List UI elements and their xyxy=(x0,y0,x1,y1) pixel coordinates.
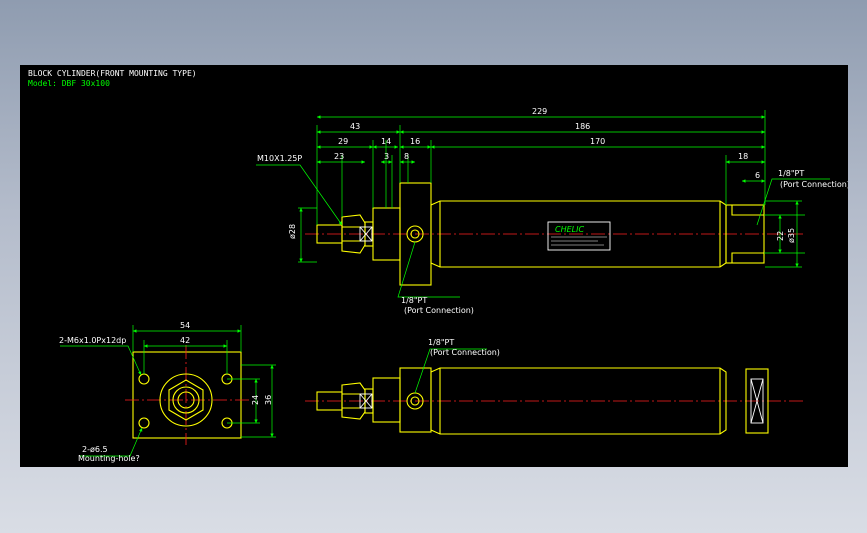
drawing-canvas: BLOCK CYLINDER(FRONT MOUNTING TYPE) Mode… xyxy=(20,65,848,467)
dim-dia28: ø28 xyxy=(288,224,297,239)
dim-body-part: 186 xyxy=(575,122,590,131)
front-flange-plate xyxy=(132,351,242,439)
mount-hole-text: Mounting-hole? xyxy=(78,454,140,463)
dim-23: 23 xyxy=(334,152,344,161)
dim-dia35: ø35 xyxy=(787,228,796,243)
front-dimensions: 54 42 24 36 2-M6x1.0Px12dp 2-ø6.5 Mounti… xyxy=(59,321,276,463)
mount-thread-hole-tl xyxy=(138,373,150,385)
brand-logo: CHELIC xyxy=(555,225,584,234)
dim-overall: 229 xyxy=(532,107,547,116)
side-view: CHELIC xyxy=(305,182,805,286)
dim-14: 14 xyxy=(381,137,391,146)
dim-170: 170 xyxy=(590,137,605,146)
dim-29: 29 xyxy=(338,137,348,146)
side-dimensions: 229 43 186 29 14 16 170 23 3 8 18 6 ø28 xyxy=(256,107,848,315)
dim-front-part: 43 xyxy=(350,122,360,131)
rod-thread-label: M10X1.25P xyxy=(257,154,302,163)
dim-8: 8 xyxy=(404,152,409,161)
mount-hole-label: 2-ø6.5 xyxy=(82,445,108,454)
side-port-size: 1/8"PT xyxy=(401,296,427,305)
bottom-side-view xyxy=(305,367,805,435)
end-port-text: (Port Connection) xyxy=(780,180,848,189)
bottom-port-text: (Port Connection) xyxy=(430,348,500,357)
cylinder-drawing: BLOCK CYLINDER(FRONT MOUNTING TYPE) Mode… xyxy=(28,69,848,463)
mount-hole-bl xyxy=(138,417,150,429)
dim-3: 3 xyxy=(384,152,389,161)
dim-16: 16 xyxy=(410,137,420,146)
model-label: Model: DBF 30x100 xyxy=(28,79,110,88)
mount-thread-label: 2-M6x1.0Px12dp xyxy=(59,336,126,345)
dim-54: 54 xyxy=(180,321,190,330)
drawing-title: BLOCK CYLINDER(FRONT MOUNTING TYPE) xyxy=(28,69,197,78)
end-port-size: 1/8"PT xyxy=(778,169,804,178)
dim-42: 42 xyxy=(180,336,190,345)
dim-22: 22 xyxy=(776,231,785,241)
dim-6: 6 xyxy=(755,171,760,180)
side-port-text: (Port Connection) xyxy=(404,306,474,315)
dim-36: 36 xyxy=(264,395,273,405)
dim-24: 24 xyxy=(251,395,260,405)
bottom-port-size: 1/8"PT xyxy=(428,338,454,347)
dim-18: 18 xyxy=(738,152,748,161)
